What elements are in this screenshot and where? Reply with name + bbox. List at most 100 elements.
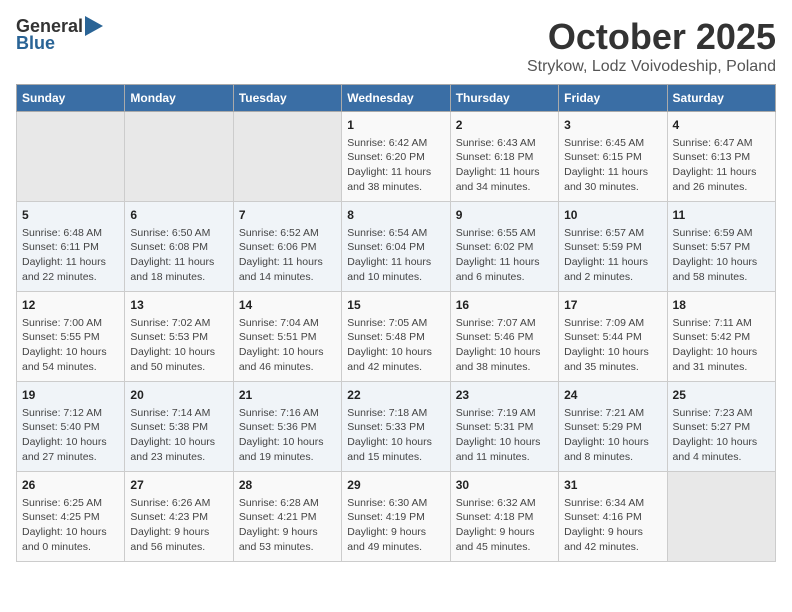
day-info-line: and 38 minutes. bbox=[347, 180, 444, 195]
calendar-cell: 27 Sunrise: 6:26 AMSunset: 4:23 PMDayligh… bbox=[125, 472, 233, 562]
day-number: 1 bbox=[347, 117, 444, 134]
day-info-line: Sunset: 6:11 PM bbox=[22, 240, 119, 255]
day-info-line: Sunset: 5:31 PM bbox=[456, 420, 553, 435]
calendar-cell: 3Sunrise: 6:45 AMSunset: 6:15 PMDaylight… bbox=[559, 112, 667, 202]
day-info-line: Daylight: 9 hours bbox=[130, 525, 227, 540]
day-info-line: Sunset: 5:38 PM bbox=[130, 420, 227, 435]
calendar-week-4: 19Sunrise: 7:12 AMSunset: 5:40 PMDayligh… bbox=[17, 382, 776, 472]
day-number: 10 bbox=[564, 207, 661, 224]
day-info: Sunrise: 6:57 AMSunset: 5:59 PMDaylight:… bbox=[564, 226, 661, 285]
day-info-line: Daylight: 11 hours bbox=[347, 165, 444, 180]
calendar-cell: 9Sunrise: 6:55 AMSunset: 6:02 PMDaylight… bbox=[450, 202, 558, 292]
day-info-line: Sunset: 4:18 PM bbox=[456, 510, 553, 525]
day-info-line: Daylight: 10 hours bbox=[673, 435, 770, 450]
calendar-week-5: 26Sunrise: 6:25 AMSunset: 4:25 PMDayligh… bbox=[17, 472, 776, 562]
day-number: 25 bbox=[673, 387, 770, 404]
day-info: Sunrise: 6:48 AMSunset: 6:11 PMDaylight:… bbox=[22, 226, 119, 285]
day-number: 7 bbox=[239, 207, 336, 224]
day-info-line: Sunset: 6:08 PM bbox=[130, 240, 227, 255]
day-info-line: and 42 minutes. bbox=[564, 540, 661, 555]
day-info: Sunrise: 7:09 AMSunset: 5:44 PMDaylight:… bbox=[564, 316, 661, 375]
day-info-line: and 19 minutes. bbox=[239, 450, 336, 465]
day-info-line: and 42 minutes. bbox=[347, 360, 444, 375]
location-subtitle: Strykow, Lodz Voivodeship, Poland bbox=[527, 58, 776, 76]
day-info-line: and 22 minutes. bbox=[22, 270, 119, 285]
day-info-line: and 6 minutes. bbox=[456, 270, 553, 285]
day-info: Sunrise: 7:23 AMSunset: 5:27 PMDaylight:… bbox=[673, 406, 770, 465]
day-number: 13 bbox=[130, 297, 227, 314]
calendar-cell: 18Sunrise: 7:11 AMSunset: 5:42 PMDayligh… bbox=[667, 292, 775, 382]
calendar-cell: 7 Sunrise: 6:52 AMSunset: 6:06 PMDaylight… bbox=[233, 202, 341, 292]
day-info-line: and 49 minutes. bbox=[347, 540, 444, 555]
day-number: 27 bbox=[130, 477, 227, 494]
day-info-line: Daylight: 11 hours bbox=[564, 165, 661, 180]
day-info-line: Sunset: 5:33 PM bbox=[347, 420, 444, 435]
day-info: Sunrise: 6:59 AMSunset: 5:57 PMDaylight:… bbox=[673, 226, 770, 285]
calendar-cell: 21Sunrise: 7:16 AMSunset: 5:36 PMDayligh… bbox=[233, 382, 341, 472]
day-info: Sunrise: 6:50 AMSunset: 6:08 PMDaylight:… bbox=[130, 226, 227, 285]
calendar-cell: 5Sunrise: 6:48 AMSunset: 6:11 PMDaylight… bbox=[17, 202, 125, 292]
day-info-line: Sunset: 6:04 PM bbox=[347, 240, 444, 255]
day-info-line: Sunrise: 6:42 AM bbox=[347, 136, 444, 151]
day-info-line: Sunset: 5:59 PM bbox=[564, 240, 661, 255]
day-info-line: Sunrise: 7:07 AM bbox=[456, 316, 553, 331]
day-info-line: Sunrise: 6:32 AM bbox=[456, 496, 553, 511]
calendar-cell: 31Sunrise: 6:34 AMSunset: 4:16 PMDayligh… bbox=[559, 472, 667, 562]
day-info: Sunrise: 6:55 AMSunset: 6:02 PMDaylight:… bbox=[456, 226, 553, 285]
day-info-line: Sunset: 4:21 PM bbox=[239, 510, 336, 525]
day-info-line: and 35 minutes. bbox=[564, 360, 661, 375]
day-info-line: Sunset: 5:55 PM bbox=[22, 330, 119, 345]
calendar-cell: 14Sunrise: 7:04 AMSunset: 5:51 PMDayligh… bbox=[233, 292, 341, 382]
day-info-line: Sunrise: 6:55 AM bbox=[456, 226, 553, 241]
day-info-line: Sunrise: 6:50 AM bbox=[130, 226, 227, 241]
day-info-line: Sunrise: 6:59 AM bbox=[673, 226, 770, 241]
day-info-line: Sunset: 5:53 PM bbox=[130, 330, 227, 345]
calendar-cell bbox=[233, 112, 341, 202]
calendar-cell: 13Sunrise: 7:02 AMSunset: 5:53 PMDayligh… bbox=[125, 292, 233, 382]
day-info-line: Daylight: 9 hours bbox=[239, 525, 336, 540]
day-info-line: Sunrise: 7:21 AM bbox=[564, 406, 661, 421]
day-info-line: and 18 minutes. bbox=[130, 270, 227, 285]
day-info-line: Sunset: 4:19 PM bbox=[347, 510, 444, 525]
day-info-line: Daylight: 10 hours bbox=[239, 345, 336, 360]
calendar-cell: 19Sunrise: 7:12 AMSunset: 5:40 PMDayligh… bbox=[17, 382, 125, 472]
day-info-line: Sunrise: 7:19 AM bbox=[456, 406, 553, 421]
day-info: Sunrise: 6:26 AMSunset: 4:23 PMDaylight:… bbox=[130, 496, 227, 555]
day-info-line: and 26 minutes. bbox=[673, 180, 770, 195]
calendar-cell: 30Sunrise: 6:32 AMSunset: 4:18 PMDayligh… bbox=[450, 472, 558, 562]
day-info-line: Sunrise: 6:57 AM bbox=[564, 226, 661, 241]
day-info-line: Sunrise: 6:43 AM bbox=[456, 136, 553, 151]
day-info: Sunrise: 6:42 AMSunset: 6:20 PMDaylight:… bbox=[347, 136, 444, 195]
logo-blue-text: Blue bbox=[16, 33, 55, 54]
day-info: Sunrise: 6:52 AMSunset: 6:06 PMDaylight:… bbox=[239, 226, 336, 285]
day-info: Sunrise: 7:04 AMSunset: 5:51 PMDaylight:… bbox=[239, 316, 336, 375]
day-info-line: and 2 minutes. bbox=[564, 270, 661, 285]
day-info-line: Sunrise: 6:45 AM bbox=[564, 136, 661, 151]
day-info-line: Sunrise: 6:52 AM bbox=[239, 226, 336, 241]
day-number: 24 bbox=[564, 387, 661, 404]
day-info-line: Sunset: 5:27 PM bbox=[673, 420, 770, 435]
day-info-line: Sunset: 5:46 PM bbox=[456, 330, 553, 345]
day-info-line: Sunset: 6:20 PM bbox=[347, 150, 444, 165]
day-info-line: Sunset: 5:48 PM bbox=[347, 330, 444, 345]
day-info-line: Daylight: 10 hours bbox=[564, 345, 661, 360]
day-info-line: and 53 minutes. bbox=[239, 540, 336, 555]
day-info: Sunrise: 7:05 AMSunset: 5:48 PMDaylight:… bbox=[347, 316, 444, 375]
calendar-week-1: 1Sunrise: 6:42 AMSunset: 6:20 PMDaylight… bbox=[17, 112, 776, 202]
day-number: 17 bbox=[564, 297, 661, 314]
day-info-line: Sunset: 5:51 PM bbox=[239, 330, 336, 345]
day-info-line: Daylight: 10 hours bbox=[673, 255, 770, 270]
calendar-cell bbox=[125, 112, 233, 202]
day-number: 8 bbox=[347, 207, 444, 224]
calendar-cell: 10 Sunrise: 6:57 AMSunset: 5:59 PMDayligh… bbox=[559, 202, 667, 292]
day-info: Sunrise: 7:12 AMSunset: 5:40 PMDaylight:… bbox=[22, 406, 119, 465]
day-info-line: and 14 minutes. bbox=[239, 270, 336, 285]
day-number: 28 bbox=[239, 477, 336, 494]
day-info-line: and 0 minutes. bbox=[22, 540, 119, 555]
day-number: 21 bbox=[239, 387, 336, 404]
day-info-line: Daylight: 10 hours bbox=[130, 435, 227, 450]
day-info-line: and 31 minutes. bbox=[673, 360, 770, 375]
calendar-cell: 16Sunrise: 7:07 AMSunset: 5:46 PMDayligh… bbox=[450, 292, 558, 382]
day-info-line: Sunrise: 7:02 AM bbox=[130, 316, 227, 331]
day-info-line: Daylight: 11 hours bbox=[673, 165, 770, 180]
